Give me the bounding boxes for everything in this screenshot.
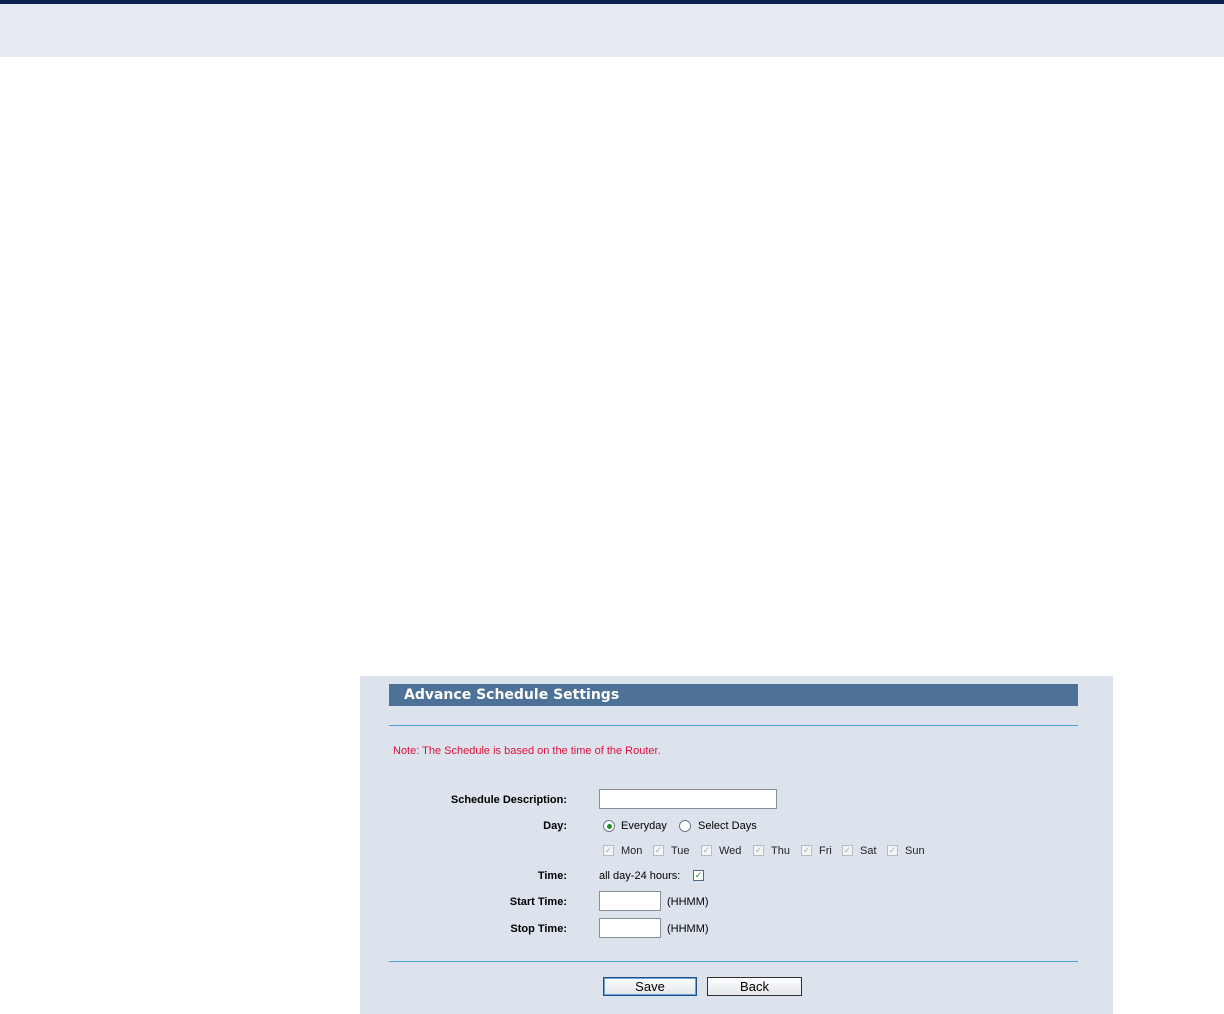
day-label-mon: Mon	[621, 845, 643, 857]
allday-label: all day-24 hours:	[599, 870, 681, 882]
select-days-label: Select Days	[698, 820, 757, 832]
day-checkbox-wed[interactable]: ✓	[701, 845, 712, 856]
divider-bottom	[389, 961, 1078, 962]
description-label: Schedule Description:	[450, 794, 567, 806]
everyday-radio[interactable]	[603, 820, 615, 832]
everyday-label: Everyday	[621, 820, 667, 832]
start-time-label: Start Time:	[509, 896, 567, 908]
divider-top	[389, 725, 1078, 726]
day-label-wed: Wed	[719, 845, 742, 857]
day-checkbox-mon[interactable]: ✓	[603, 845, 614, 856]
day-checkbox-sun[interactable]: ✓	[887, 845, 898, 856]
day-label-tue: Tue	[671, 845, 690, 857]
panel-title: Advance Schedule Settings	[389, 684, 1078, 706]
time-label: Time:	[537, 870, 567, 882]
select-days-radio[interactable]	[679, 820, 691, 832]
day-label-sat: Sat	[860, 845, 877, 857]
day-label-sun: Sun	[905, 845, 925, 857]
day-label-fri: Fri	[819, 845, 832, 857]
day-checkbox-tue[interactable]: ✓	[653, 845, 664, 856]
stop-time-format-hint: (HHMM)	[667, 923, 709, 935]
stop-time-input[interactable]	[599, 918, 661, 938]
day-checkbox-fri[interactable]: ✓	[801, 845, 812, 856]
stop-time-label: Stop Time:	[510, 923, 567, 935]
day-label: Day:	[543, 820, 567, 832]
back-button[interactable]: Back	[707, 977, 802, 996]
save-button[interactable]: Save	[603, 977, 697, 996]
top-header-bar	[0, 0, 1224, 57]
start-time-format-hint: (HHMM)	[667, 896, 709, 908]
start-time-input[interactable]	[599, 891, 661, 911]
day-checkbox-thu[interactable]: ✓	[753, 845, 764, 856]
schedule-description-input[interactable]	[599, 789, 777, 809]
allday-checkbox[interactable]: ✓	[693, 870, 704, 881]
schedule-note: Note: The Schedule is based on the time …	[393, 745, 661, 757]
day-label-thu: Thu	[771, 845, 790, 857]
schedule-settings-panel: Advance Schedule Settings Note: The Sche…	[360, 676, 1113, 1014]
day-checkbox-sat[interactable]: ✓	[842, 845, 853, 856]
